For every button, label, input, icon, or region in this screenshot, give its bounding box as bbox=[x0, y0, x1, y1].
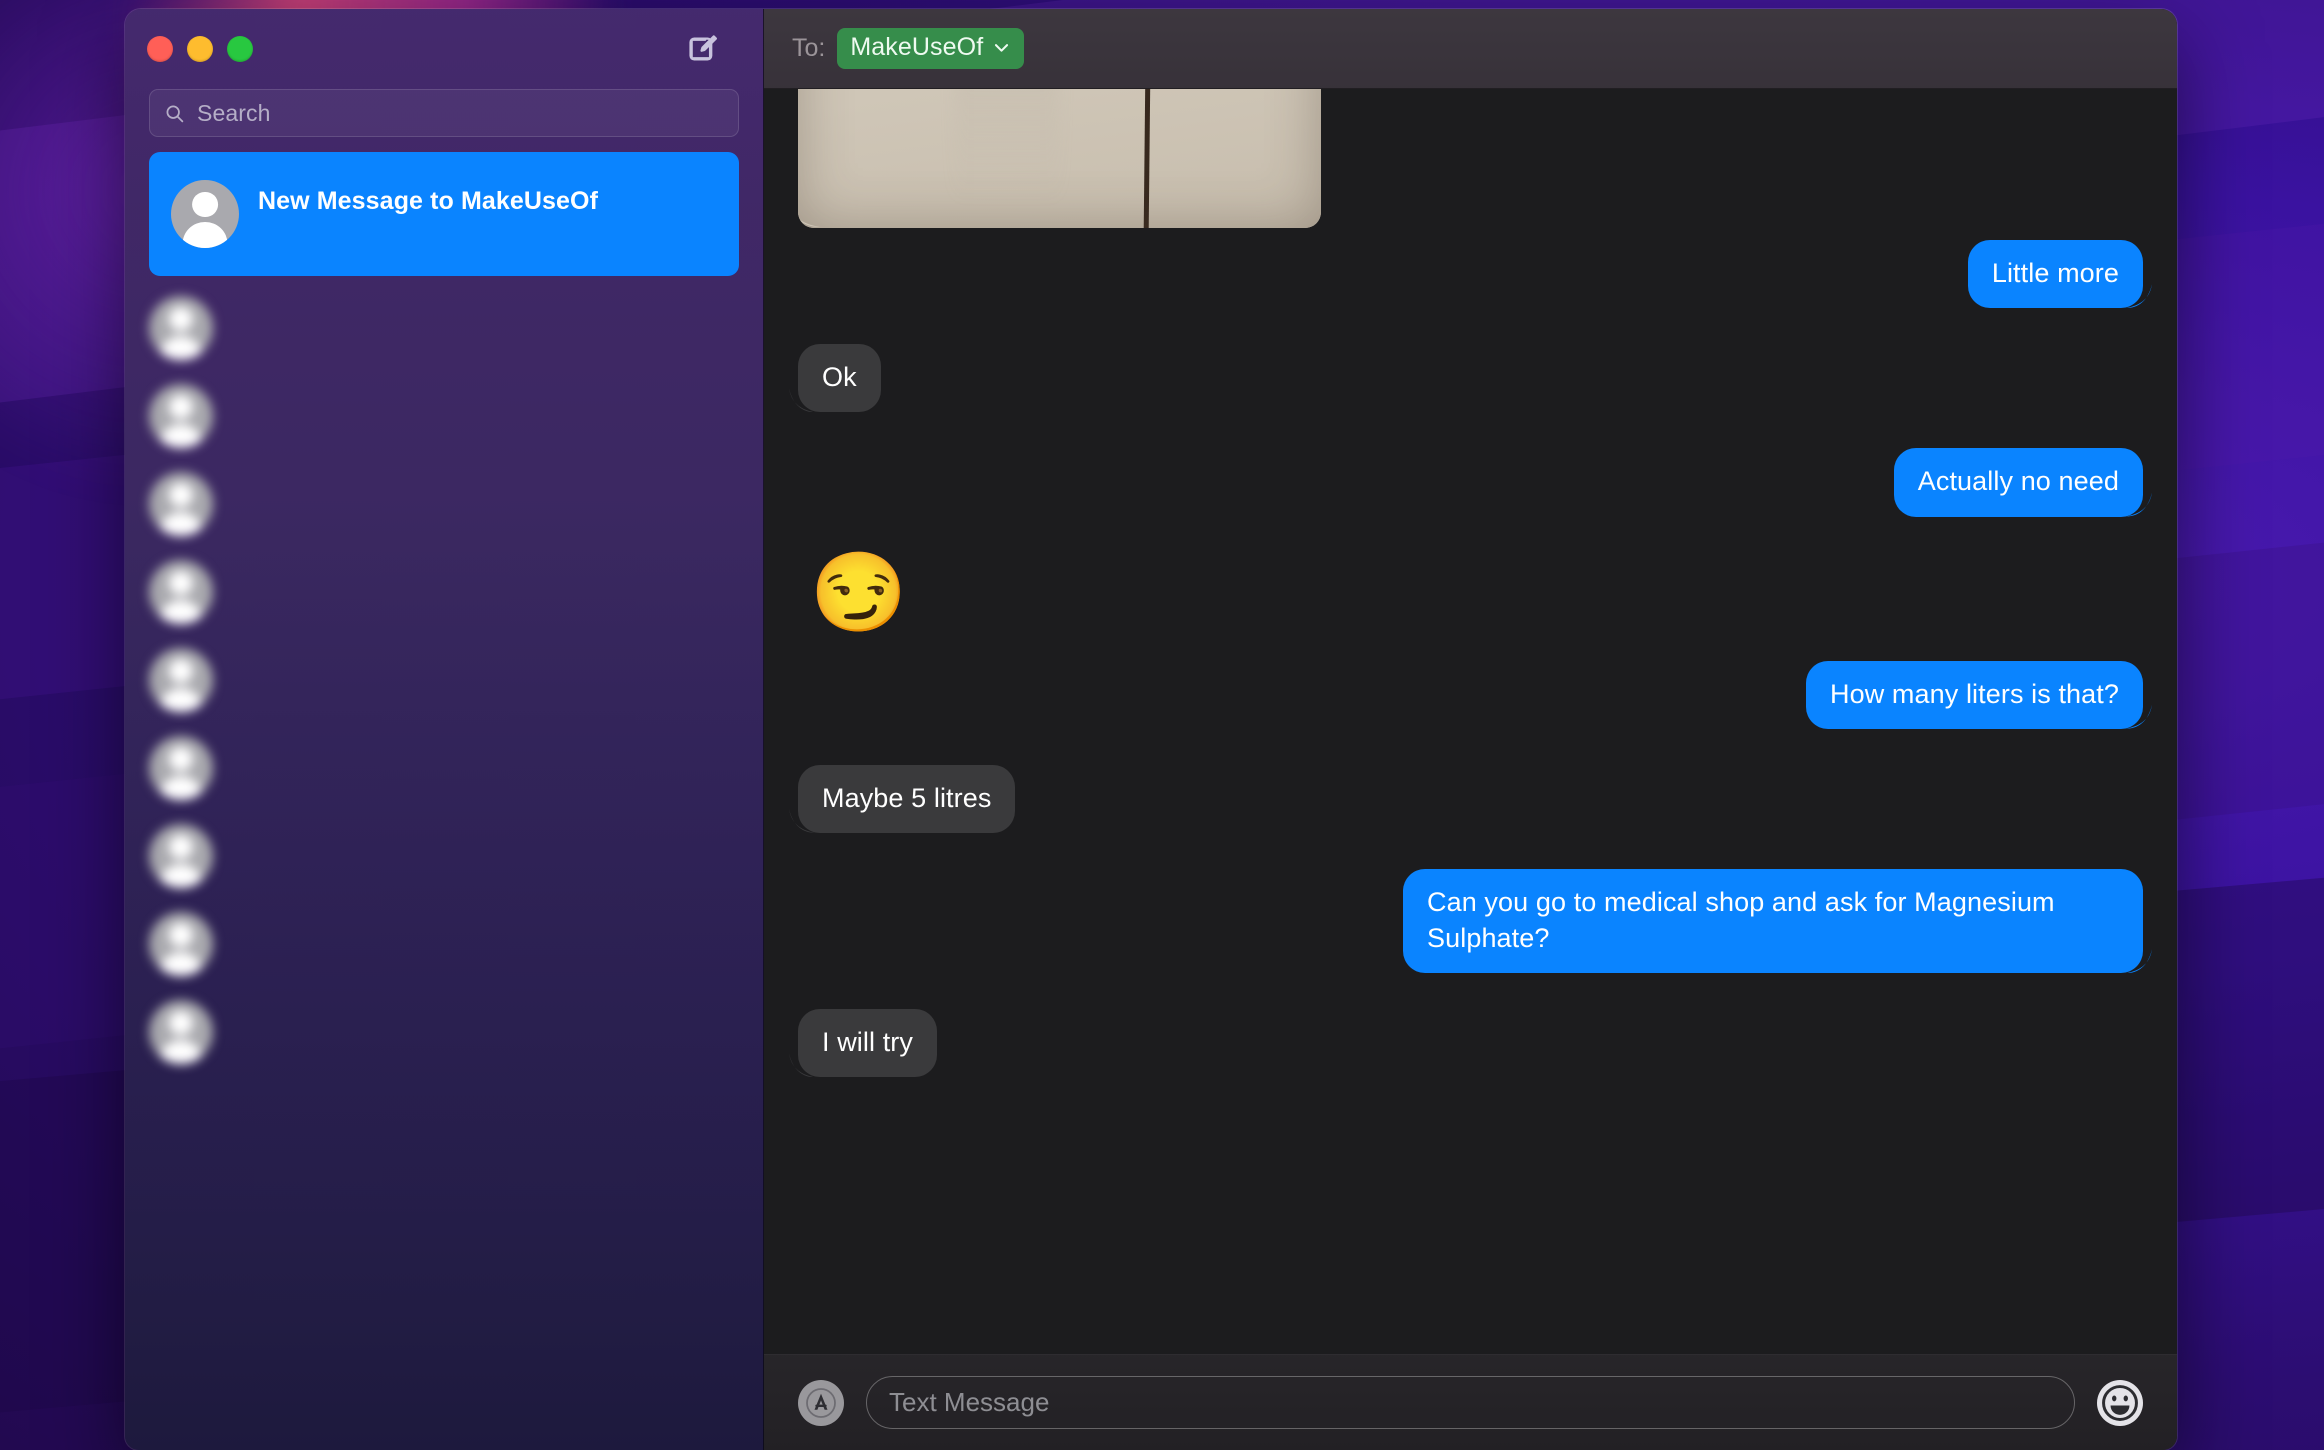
list-item[interactable] bbox=[125, 980, 763, 1068]
list-item[interactable] bbox=[125, 276, 763, 364]
outgoing-message-bubble[interactable]: Actually no need bbox=[1893, 448, 2143, 517]
list-item[interactable] bbox=[125, 452, 763, 540]
list-item[interactable] bbox=[125, 628, 763, 716]
traffic-light-group bbox=[147, 36, 253, 62]
close-window-button[interactable] bbox=[147, 36, 173, 62]
conversation-list: New Message to MakeUseOf bbox=[125, 152, 763, 1068]
message-list[interactable]: Little more Ok Actually no need 😏 How many l… bbox=[764, 89, 2177, 1354]
avatar bbox=[149, 736, 213, 800]
outgoing-message-bubble[interactable]: Can you go to medical shop and ask for M… bbox=[1403, 868, 2143, 974]
message-row: Maybe 5 litres bbox=[798, 764, 2143, 833]
message-row: Actually no need bbox=[798, 448, 2143, 517]
avatar bbox=[149, 648, 213, 712]
message-row bbox=[798, 89, 2143, 228]
list-item[interactable] bbox=[125, 716, 763, 804]
outgoing-message-bubble[interactable]: Little more bbox=[1967, 240, 2143, 309]
emoji-picker-button[interactable] bbox=[2097, 1379, 2143, 1426]
chat-header: To: MakeUseOf bbox=[764, 9, 2177, 89]
recipient-name: MakeUseOf bbox=[850, 33, 984, 61]
app-store-button[interactable] bbox=[798, 1379, 844, 1426]
conversation-pane: To: MakeUseOf Little more Ok Actually no n… bbox=[764, 9, 2177, 1450]
smiley-face-icon bbox=[2102, 1384, 2138, 1421]
outgoing-message-bubble[interactable]: How many liters is that? bbox=[1806, 660, 2143, 729]
incoming-message-bubble[interactable]: Maybe 5 litres bbox=[798, 764, 1016, 833]
message-row: 😏 bbox=[810, 553, 2143, 631]
zoom-window-button[interactable] bbox=[227, 36, 253, 62]
messages-window: Search New Message to MakeUseOf To: Make… bbox=[125, 9, 2177, 1450]
message-input-placeholder: Text Message bbox=[889, 1387, 1050, 1417]
list-item[interactable] bbox=[125, 540, 763, 628]
message-row: Ok bbox=[798, 344, 2143, 413]
to-label: To: bbox=[792, 34, 826, 62]
list-item[interactable] bbox=[125, 892, 763, 980]
photo-attachment[interactable] bbox=[798, 89, 1321, 228]
search-placeholder: Search bbox=[197, 99, 271, 126]
message-row: Can you go to medical shop and ask for M… bbox=[798, 868, 2143, 974]
list-item[interactable] bbox=[125, 364, 763, 452]
conversation-rows bbox=[125, 276, 763, 1068]
sidebar-titlebar bbox=[125, 9, 763, 89]
conversations-sidebar: Search New Message to MakeUseOf bbox=[125, 9, 764, 1450]
app-store-icon bbox=[806, 1387, 836, 1418]
list-item[interactable] bbox=[125, 804, 763, 892]
search-bar-container: Search bbox=[125, 89, 763, 137]
chevron-down-icon bbox=[995, 44, 1009, 52]
compose-pencil-square-icon bbox=[689, 35, 718, 61]
avatar bbox=[149, 1000, 213, 1064]
message-row: I will try bbox=[798, 1009, 2143, 1078]
minimize-window-button[interactable] bbox=[187, 36, 213, 62]
message-compose-bar: Text Message bbox=[764, 1354, 2177, 1450]
search-icon bbox=[166, 105, 184, 122]
sidebar-item-label: New Message to MakeUseOf bbox=[258, 186, 599, 215]
avatar bbox=[149, 384, 213, 448]
incoming-message-bubble[interactable]: I will try bbox=[798, 1009, 937, 1078]
incoming-message-bubble[interactable]: Ok bbox=[798, 344, 881, 413]
avatar bbox=[171, 180, 239, 248]
search-input[interactable]: Search bbox=[149, 89, 739, 137]
message-text-input[interactable]: Text Message bbox=[866, 1376, 2075, 1429]
compose-new-message-button[interactable] bbox=[681, 27, 725, 71]
message-row: Little more bbox=[798, 240, 2143, 309]
message-row: How many liters is that? bbox=[798, 660, 2143, 729]
avatar bbox=[149, 296, 213, 360]
sidebar-item-new-message[interactable]: New Message to MakeUseOf bbox=[149, 152, 739, 276]
recipient-token[interactable]: MakeUseOf bbox=[837, 28, 1025, 69]
avatar bbox=[149, 824, 213, 888]
avatar bbox=[149, 560, 213, 624]
emoji-message[interactable]: 😏 bbox=[810, 553, 907, 631]
avatar bbox=[149, 912, 213, 976]
avatar bbox=[149, 472, 213, 536]
